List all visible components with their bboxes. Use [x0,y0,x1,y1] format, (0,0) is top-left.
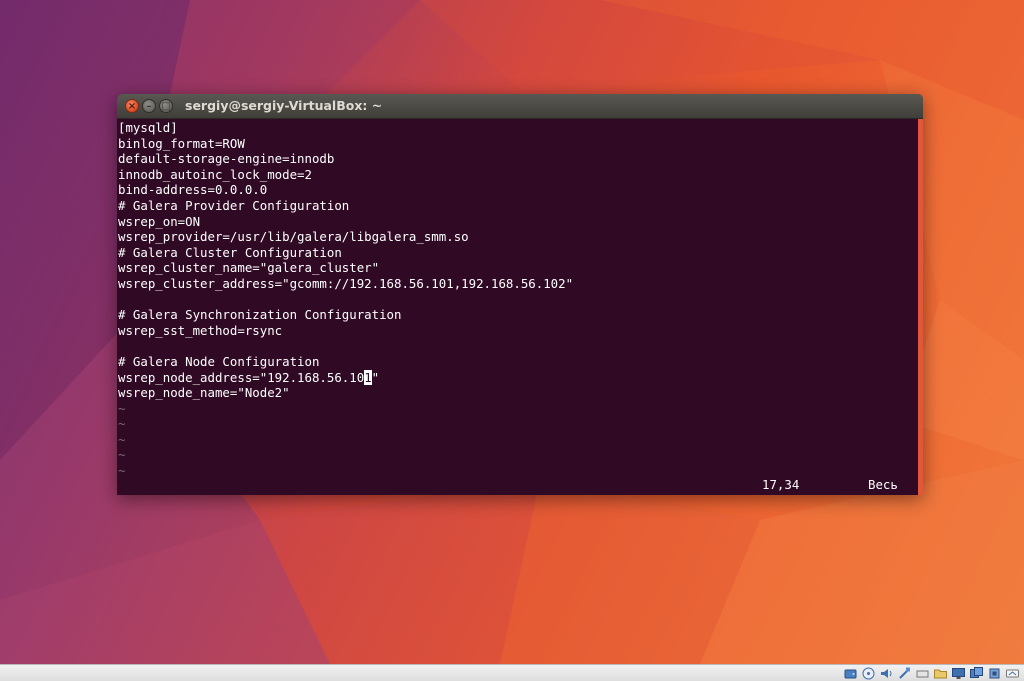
editor-line: # Galera Cluster Configuration [118,244,342,260]
vim-status-line: 17,34 Весь [117,477,917,493]
cursor-line-before: wsrep_node_address="192.168.56.10 [118,369,365,385]
editor-line: wsrep_provider=/usr/lib/galera/libgalera… [118,229,469,245]
empty-line-marker: ~ [118,431,126,447]
minimize-icon: – [146,101,152,112]
hard-disk-icon[interactable] [843,666,858,681]
editor-line: # Galera Provider Configuration [118,197,350,213]
scroll-position: Весь [868,477,898,492]
editor-line-with-cursor: wsrep_node_address="192.168.56.101" [118,369,573,386]
editor-line: binlog_format=ROW [118,135,245,151]
editor-line: wsrep_node_name="Node2" [118,385,290,401]
optical-drive-icon[interactable] [861,666,876,681]
editor-line: bind-address=0.0.0.0 [118,182,268,198]
editor-line: innodb_autoinc_lock_mode=2 [118,166,312,182]
editor-line: # Galera Synchronization Configuration [118,307,402,323]
editor-line: # Galera Node Configuration [118,353,320,369]
maximize-icon: □ [161,101,171,112]
editor-line: default-storage-engine=innodb [118,151,335,167]
shared-folders-icon[interactable] [933,666,948,681]
maximize-window-button[interactable]: □ [159,99,173,113]
text-cursor: 1 [364,369,372,385]
editor-line: wsrep_cluster_name="galera_cluster" [118,260,380,276]
terminal-scrollbar[interactable] [918,119,923,495]
usb-icon[interactable] [915,666,930,681]
display-icon[interactable] [951,666,966,681]
terminal-text-area[interactable]: [mysqld] binlog_format=ROW default-stora… [117,119,917,495]
editor-line: wsrep_cluster_address="gcomm://192.168.5… [118,275,574,291]
editor-line: wsrep_sst_method=rsync [118,322,283,338]
close-icon: × [127,101,137,112]
network-icon[interactable] [897,666,912,681]
editor-line [118,338,573,354]
empty-line-marker: ~ [118,447,126,463]
virtualbox-indicator-icons [843,666,1020,681]
host-key-icon[interactable] [1005,666,1020,681]
cpu-icon[interactable] [987,666,1002,681]
video-capture-icon[interactable] [969,666,984,681]
minimize-window-button[interactable]: – [142,99,156,113]
editor-buffer[interactable]: [mysqld] binlog_format=ROW default-stora… [118,120,573,479]
audio-icon[interactable] [879,666,894,681]
editor-line: wsrep_on=ON [118,213,201,229]
cursor-line-after: " [371,369,380,385]
empty-line-marker: ~ [118,416,126,432]
window-titlebar[interactable]: × – □ sergiy@sergiy-VirtualBox: ~ [117,94,923,119]
empty-line-marker: ~ [118,400,126,416]
terminal-window[interactable]: × – □ sergiy@sergiy-VirtualBox: ~ [mysql… [117,94,923,495]
editor-line: [mysqld] [118,120,178,135]
virtualbox-status-bar [0,664,1024,681]
close-window-button[interactable]: × [125,99,139,113]
window-title: sergiy@sergiy-VirtualBox: ~ [185,98,383,113]
editor-line [118,292,573,308]
cursor-position: 17,34 [762,477,800,492]
